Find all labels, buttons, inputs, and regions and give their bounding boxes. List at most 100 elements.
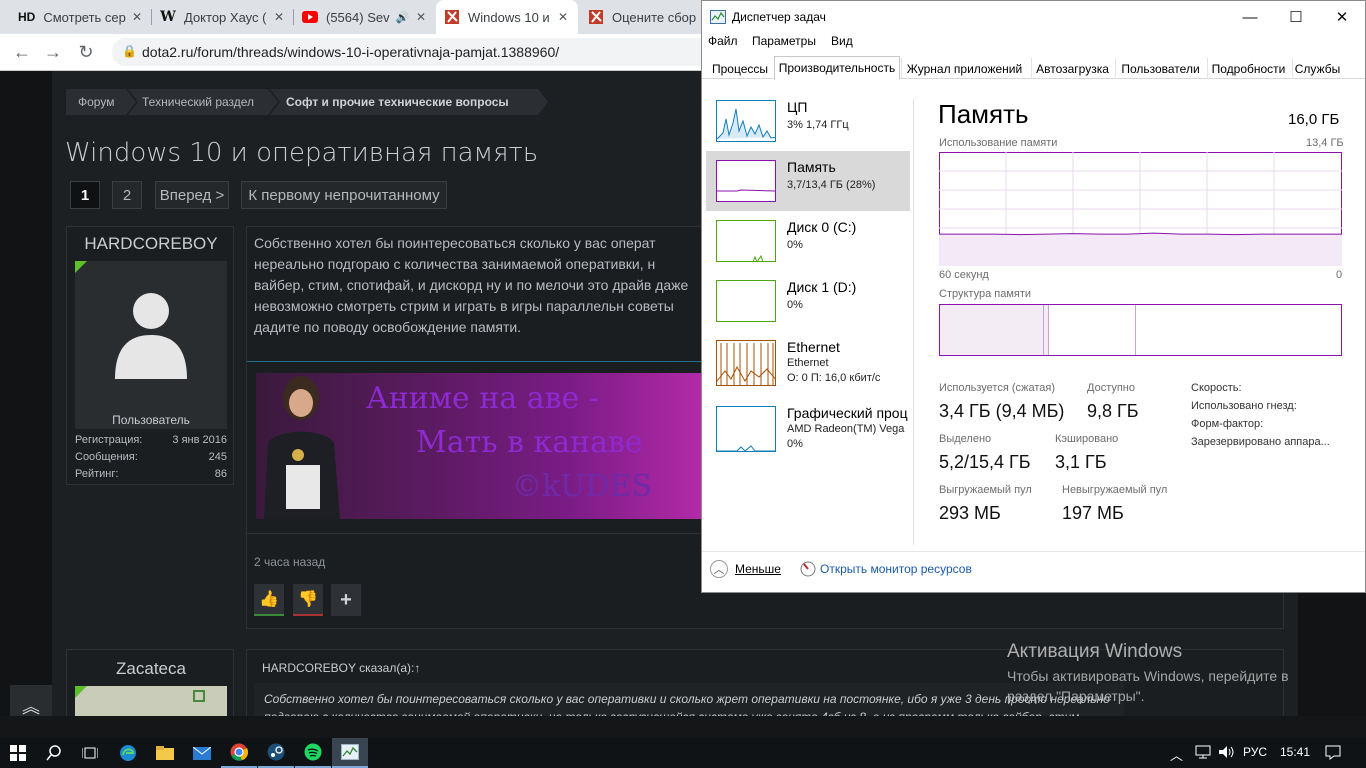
stat-label: Рейтинг: bbox=[75, 468, 119, 480]
mail-taskbar-button[interactable] bbox=[184, 738, 220, 768]
post-text: Собственно хотел бы поинтересоваться ско… bbox=[254, 235, 689, 335]
paged-pool-label: Выгружаемый пул bbox=[939, 484, 1032, 496]
sidebar-item-disk1[interactable]: Диск 1 (D:) 0% bbox=[706, 271, 910, 331]
tab-services[interactable]: Службы bbox=[1292, 58, 1342, 79]
double-chevron-up-icon: ︽ bbox=[22, 697, 40, 716]
browser-tab[interactable]: Оцените сбор bbox=[580, 0, 710, 34]
menu-view[interactable]: Вид bbox=[831, 34, 853, 48]
sidebar-item-disk0[interactable]: Диск 0 (C:) 0% bbox=[706, 211, 910, 271]
page-1-button[interactable]: 1 bbox=[70, 181, 100, 209]
network-icon[interactable] bbox=[1195, 745, 1211, 762]
language-indicator[interactable]: РУС bbox=[1243, 745, 1267, 759]
start-button[interactable] bbox=[0, 738, 36, 768]
tab-app-history[interactable]: Журнал приложений bbox=[901, 58, 1027, 79]
dota2-icon bbox=[588, 9, 604, 25]
next-page-button[interactable]: Вперед > bbox=[155, 181, 229, 209]
volume-icon[interactable] bbox=[1218, 745, 1236, 762]
disk0-thumbnail-graph bbox=[716, 220, 776, 262]
close-tab-icon[interactable]: ✕ bbox=[558, 10, 568, 24]
steam-icon bbox=[267, 743, 285, 761]
breadcrumb-soft[interactable]: Софт и прочие технические вопросы bbox=[270, 89, 548, 115]
browser-tab[interactable]: W Доктор Хаус ( ✕ bbox=[152, 0, 294, 34]
show-hidden-icons-chevron-up-icon[interactable]: ︿ bbox=[1170, 745, 1183, 764]
sidebar-item-memory[interactable]: Память 3,7/13,4 ГБ (28%) bbox=[706, 151, 910, 211]
fewer-details-link[interactable]: Меньше bbox=[735, 562, 781, 576]
post-time[interactable]: 2 часа назад bbox=[254, 555, 325, 569]
sidebar-item-detail: 3,7/13,4 ГБ (28%) bbox=[787, 179, 876, 191]
open-resource-monitor-link[interactable]: Открыть монитор ресурсов bbox=[820, 562, 972, 576]
sidebar-item-cpu[interactable]: ЦП 3% 1,74 ГГц bbox=[706, 91, 910, 151]
browser-tab[interactable]: (5564) Sev 🔊 ✕ bbox=[294, 0, 436, 34]
dislike-button[interactable]: 👎 bbox=[293, 584, 323, 616]
back-arrow-icon[interactable]: ← bbox=[11, 42, 33, 63]
avatar[interactable] bbox=[75, 686, 227, 716]
quote-header[interactable]: HARDCOREBOY сказал(а):↑ bbox=[262, 661, 420, 675]
prop-speed: Скорость: bbox=[1191, 382, 1242, 394]
tab-startup[interactable]: Автозагрузка bbox=[1031, 58, 1113, 79]
stat-label: Регистрация: bbox=[75, 434, 143, 446]
task-manager-taskbar-button[interactable] bbox=[332, 738, 368, 768]
avatar[interactable] bbox=[75, 261, 227, 411]
thumbs-down-icon: 👎 bbox=[298, 591, 318, 608]
chrome-taskbar-button[interactable] bbox=[221, 738, 257, 768]
search-icon bbox=[46, 745, 61, 761]
close-tab-icon[interactable]: ✕ bbox=[132, 10, 142, 24]
username[interactable]: Zacateca bbox=[67, 659, 235, 679]
memory-usage-fill bbox=[939, 233, 1342, 266]
prop-reserved: Зарезервировано аппара... bbox=[1191, 436, 1330, 448]
sidebar-item-label: Ethernet bbox=[787, 339, 840, 355]
tab-title: Оцените сбор bbox=[612, 9, 697, 25]
tab-favicon-icon: HD bbox=[18, 10, 36, 24]
tab-users[interactable]: Пользователи bbox=[1115, 58, 1205, 79]
footer-divider bbox=[702, 551, 1365, 552]
signature-banner: Аниме на аве - Мать в канаве ©kUDES bbox=[256, 373, 702, 519]
speaker-icon[interactable]: 🔊 bbox=[396, 11, 410, 24]
notifications-icon[interactable] bbox=[1325, 745, 1341, 763]
tab-processes[interactable]: Процессы bbox=[706, 58, 774, 79]
sidebar-item-ethernet[interactable]: Ethernet Ethernet О: 0 П: 16,0 кбит/с bbox=[706, 331, 910, 397]
breadcrumb-label: Форум bbox=[78, 95, 115, 109]
breadcrumb-forum[interactable]: Форум bbox=[66, 89, 136, 115]
browser-tab[interactable]: HD Смотреть сер ✕ bbox=[10, 0, 152, 34]
available-label: Доступно bbox=[1087, 382, 1136, 394]
reload-icon[interactable]: ↻ bbox=[75, 42, 97, 63]
menu-file[interactable]: Файл bbox=[708, 34, 738, 48]
committed-value: 5,2/15,4 ГБ bbox=[939, 452, 1031, 472]
in-use-value: 3,4 ГБ (9,4 МБ) bbox=[939, 401, 1065, 421]
nonpaged-pool-label: Невыгружаемый пул bbox=[1062, 484, 1168, 496]
clock[interactable]: 15:41 bbox=[1280, 745, 1310, 759]
tab-performance[interactable]: Производительность bbox=[774, 56, 900, 80]
steam-taskbar-button[interactable] bbox=[258, 738, 294, 768]
close-icon: ✕ bbox=[1335, 9, 1349, 26]
add-button[interactable]: + bbox=[331, 584, 361, 616]
sidebar-item-usage: 0% bbox=[787, 438, 803, 450]
forward-arrow-icon[interactable]: → bbox=[42, 42, 64, 63]
page-2-button[interactable]: 2 bbox=[112, 181, 142, 209]
explorer-taskbar-button[interactable] bbox=[147, 738, 183, 768]
spotify-taskbar-button[interactable] bbox=[295, 738, 331, 768]
close-button[interactable]: ✕ bbox=[1319, 1, 1365, 33]
minimize-button[interactable]: — bbox=[1227, 1, 1273, 33]
tab-title: (5564) Sev bbox=[326, 9, 390, 25]
chevron-up-icon[interactable]: ︿ bbox=[710, 560, 728, 578]
maximize-icon: ☐ bbox=[1289, 9, 1303, 26]
maximize-button[interactable]: ☐ bbox=[1273, 1, 1319, 33]
task-view-button[interactable] bbox=[72, 738, 108, 768]
breadcrumb-tech[interactable]: Технический раздел bbox=[128, 89, 278, 115]
search-button[interactable] bbox=[36, 738, 72, 768]
like-button[interactable]: 👍 bbox=[254, 584, 284, 616]
username[interactable]: HARDCOREBOY bbox=[67, 234, 235, 254]
scroll-to-top-button[interactable]: ︽ bbox=[10, 685, 52, 716]
breadcrumb-label: Софт и прочие технические вопросы bbox=[286, 95, 509, 109]
post-author-card: Zacateca bbox=[66, 649, 234, 716]
tab-title: Доктор Хаус ( bbox=[184, 9, 267, 25]
browser-tab-active[interactable]: Windows 10 и ✕ bbox=[436, 0, 578, 34]
tab-details[interactable]: Подробности bbox=[1207, 58, 1289, 79]
close-tab-icon[interactable]: ✕ bbox=[416, 10, 426, 24]
sidebar-item-gpu[interactable]: Графический проц AMD Radeon(TM) Vega 0% bbox=[706, 397, 910, 463]
menu-options[interactable]: Параметры bbox=[752, 34, 816, 48]
address-bar[interactable]: 🔒 dota2.ru/forum/threads/windows-10-i-op… bbox=[112, 38, 712, 66]
first-unread-button[interactable]: К первому непрочитанному bbox=[241, 181, 447, 209]
edge-taskbar-button[interactable] bbox=[110, 738, 146, 768]
close-tab-icon[interactable]: ✕ bbox=[274, 10, 284, 24]
